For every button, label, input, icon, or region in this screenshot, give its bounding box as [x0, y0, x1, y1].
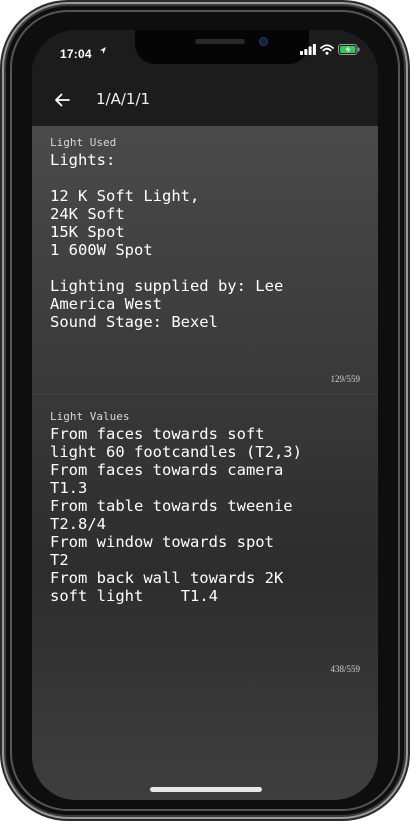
- wifi-icon: [320, 44, 334, 55]
- character-count: 438/559: [330, 664, 360, 674]
- section-label: Light Values: [50, 410, 130, 423]
- front-camera: [259, 37, 268, 46]
- light-used-section[interactable]: Light Used Lights: 12 K Soft Light, 24K …: [50, 136, 360, 384]
- arrow-left-icon: [55, 93, 70, 107]
- section-text[interactable]: Lights: 12 K Soft Light, 24K Soft 15K Sp…: [50, 151, 360, 331]
- battery-icon: [338, 44, 360, 55]
- character-count: 129/559: [330, 374, 360, 384]
- notch-speaker: [195, 39, 245, 44]
- app-bar: 1/A/1/1: [32, 74, 378, 126]
- signal-icon: [300, 44, 316, 55]
- status-bar: 17:04: [32, 30, 378, 74]
- section-text[interactable]: From faces towards soft light 60 footcan…: [50, 425, 360, 605]
- notes-content: Light Used Lights: 12 K Soft Light, 24K …: [32, 126, 378, 800]
- notch: [135, 30, 309, 64]
- back-button[interactable]: [48, 86, 76, 114]
- phone-screen: 17:04 1/A/1/1 Light Used Lights: 12 K So…: [32, 30, 378, 800]
- home-indicator[interactable]: [150, 787, 262, 792]
- status-time: 17:04: [60, 47, 92, 61]
- page-title: 1/A/1/1: [96, 90, 151, 108]
- location-icon: [100, 47, 106, 54]
- light-values-section[interactable]: Light Values From faces towards soft lig…: [50, 410, 360, 674]
- section-label: Light Used: [50, 136, 117, 149]
- section-divider: [32, 394, 378, 395]
- status-icons: [300, 44, 360, 55]
